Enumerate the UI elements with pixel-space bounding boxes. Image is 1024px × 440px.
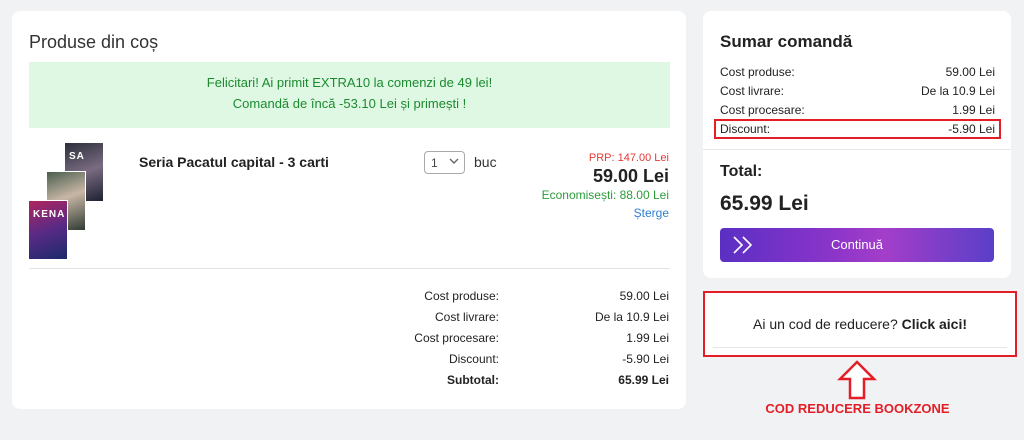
cart-panel: Produse din coș Felicitari! Ai primit EX… xyxy=(12,11,686,409)
product-image[interactable]: SA KENA xyxy=(28,142,106,260)
continue-label: Continuă xyxy=(830,237,884,252)
quantity-unit: buc xyxy=(474,154,497,170)
double-chevron-right-icon xyxy=(733,236,753,254)
quantity-value: 1 xyxy=(431,156,438,170)
promo-line-2: Comandă de încă -53.10 Lei și primești ! xyxy=(232,96,467,111)
annotation-label: COD REDUCERE BOOKZONE xyxy=(765,401,950,416)
continue-button[interactable]: Continuă xyxy=(720,228,994,262)
totals-row: Cost livrare: De la 10.9 Lei xyxy=(434,310,669,324)
cart-title: Produse din coș xyxy=(29,32,159,52)
divider xyxy=(713,347,1007,348)
total-label: Total: xyxy=(720,163,763,180)
cart-totals: Cost produse: 59.00 Lei Cost livrare: De… xyxy=(409,289,669,394)
totals-row: Cost produse: 59.00 Lei xyxy=(424,289,669,303)
coupon-prompt: Ai un cod de reducere? Click aici! xyxy=(752,316,968,332)
subtotal-row: Subtotal: 65.99 Lei xyxy=(447,373,669,387)
list-price: PRP: 147.00 Lei xyxy=(588,152,669,164)
divider xyxy=(703,149,1011,150)
summary-title: Sumar comandă xyxy=(720,32,853,51)
savings-text: Economisești: 88.00 Lei xyxy=(541,188,669,202)
book-cover-3: KENA xyxy=(28,200,68,260)
delete-link[interactable]: Șterge xyxy=(634,206,669,220)
divider xyxy=(29,268,670,269)
arrow-up-icon xyxy=(837,360,877,400)
promo-line-1: Felicitari! Ai primit EXTRA10 la comenzi… xyxy=(206,75,493,90)
discount-highlight-box xyxy=(714,119,1001,139)
coupon-panel: Ai un cod de reducere? Click aici! xyxy=(703,291,1017,357)
totals-row: Cost procesare: 1.99 Lei xyxy=(414,331,669,345)
totals-row: Discount: -5.90 Lei xyxy=(448,352,669,366)
order-summary-panel: Sumar comandă Cost produse: 59.00 Lei Cos… xyxy=(703,11,1011,278)
quantity-select[interactable]: 1 xyxy=(424,151,465,174)
product-price: 59.00 Lei xyxy=(592,166,669,186)
chevron-down-icon xyxy=(449,158,459,164)
summary-row: Cost livrare: De la 10.9 Lei xyxy=(720,84,995,98)
summary-row: Cost produse: 59.00 Lei xyxy=(720,65,995,79)
coupon-link[interactable]: Click aici! xyxy=(902,316,967,332)
total-value: 65.99 Lei xyxy=(720,192,809,215)
product-name[interactable]: Seria Pacatul capital - 3 carti xyxy=(139,154,329,170)
promo-banner: Felicitari! Ai primit EXTRA10 la comenzi… xyxy=(29,62,670,128)
